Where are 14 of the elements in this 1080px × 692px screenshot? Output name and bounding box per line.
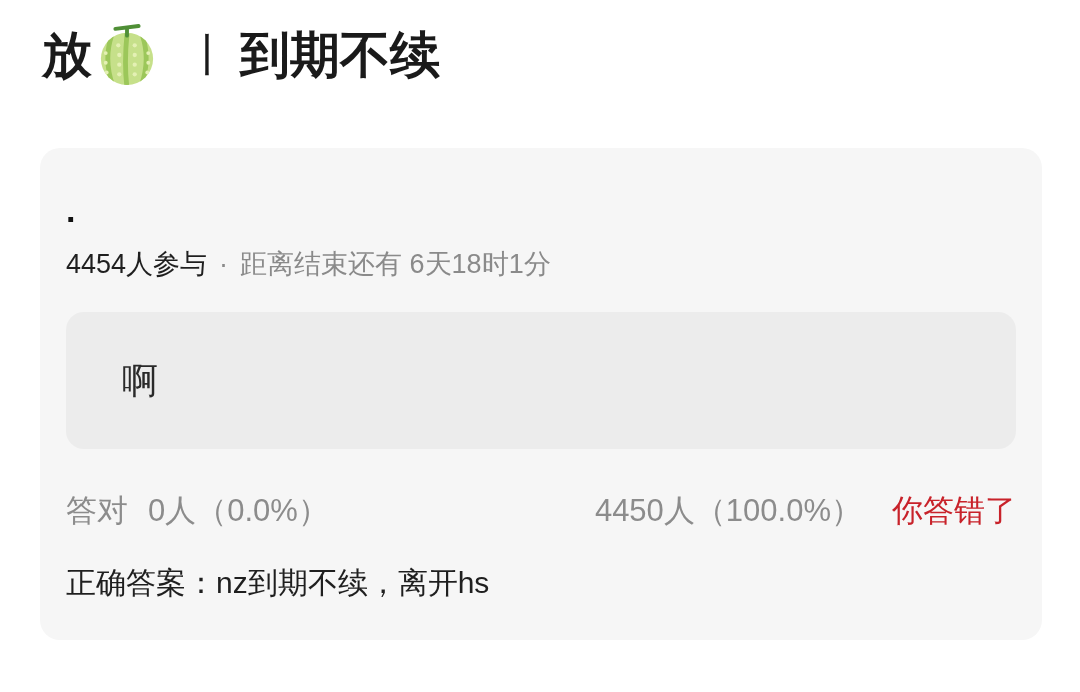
title-separator: 丨	[186, 33, 230, 77]
meta-separator: ·	[219, 248, 229, 281]
answer-option[interactable]: 啊	[66, 312, 1016, 449]
question-text: .	[66, 190, 76, 230]
participant-count: 4454人参与	[66, 248, 208, 281]
verdict-text: 你答错了	[892, 492, 1016, 530]
correct-answer-text: 正确答案：nz到期不续，离开hs	[66, 565, 490, 601]
melon-icon	[98, 24, 156, 86]
correct-label: 答对	[66, 492, 128, 530]
correct-count: 0人（0.0%）	[148, 492, 329, 530]
countdown-text: 距离结束还有 6天18时1分	[240, 248, 551, 281]
title-text: 到期不续	[240, 30, 440, 80]
your-answer-count: 4450人（100.0%）	[594, 492, 862, 530]
title-text: 放	[42, 30, 92, 80]
